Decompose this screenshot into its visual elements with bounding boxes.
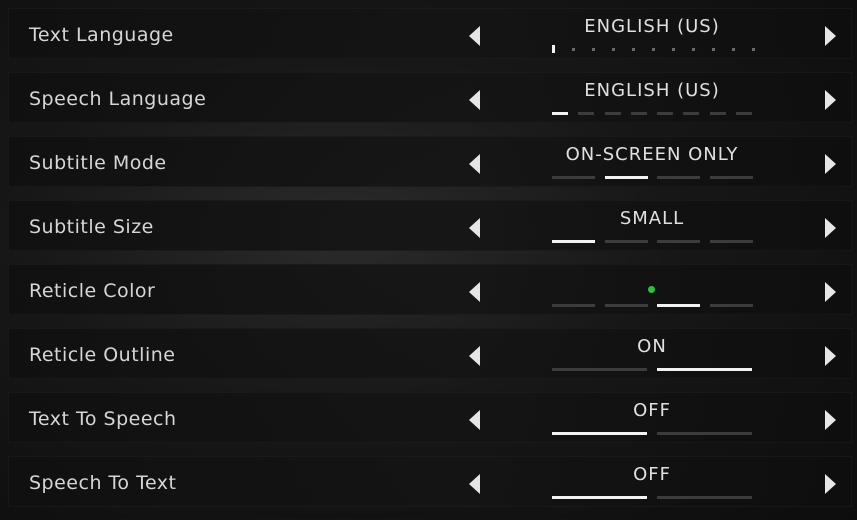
setting-label: Reticle Color <box>29 280 156 302</box>
next-option-icon[interactable] <box>825 282 836 302</box>
option-segment <box>578 112 594 115</box>
option-track <box>552 240 753 244</box>
option-segment-selected <box>657 368 752 371</box>
setting-row-subtitle-mode[interactable]: Subtitle Mode ON-SCREEN ONLY <box>8 136 852 187</box>
option-segment <box>710 176 753 179</box>
option-segment <box>657 240 700 243</box>
setting-value: SMALL <box>619 208 685 229</box>
option-segment <box>710 112 726 115</box>
option-dot <box>592 48 595 51</box>
setting-label: Subtitle Mode <box>29 152 167 174</box>
next-option-icon[interactable] <box>825 346 836 366</box>
option-segment <box>552 368 647 371</box>
option-dot <box>752 48 755 51</box>
setting-row-speech-to-text[interactable]: Speech To Text OFF <box>8 456 852 507</box>
setting-row-text-to-speech[interactable]: Text To Speech OFF <box>8 392 852 443</box>
option-segment <box>736 112 752 115</box>
reticle-color-swatch <box>648 286 655 293</box>
option-segment <box>710 240 753 243</box>
option-track <box>552 112 752 116</box>
setting-row-subtitle-size[interactable]: Subtitle Size SMALL <box>8 200 852 251</box>
option-track <box>552 368 752 372</box>
setting-value: ENGLISH (US) <box>584 16 720 37</box>
setting-label: Reticle Outline <box>29 344 176 366</box>
option-segment <box>605 240 648 243</box>
option-segment <box>552 176 595 179</box>
previous-option-icon[interactable] <box>469 90 480 110</box>
setting-label: Subtitle Size <box>29 216 154 238</box>
setting-value: OFF <box>633 400 671 421</box>
setting-label: Speech To Text <box>29 472 177 494</box>
setting-row-speech-language[interactable]: Speech Language ENGLISH (US) <box>8 72 852 123</box>
option-dot <box>632 48 635 51</box>
next-option-icon[interactable] <box>825 218 836 238</box>
option-segment-selected <box>657 304 700 307</box>
option-segment-selected <box>552 240 595 243</box>
setting-value: OFF <box>633 464 671 485</box>
option-track <box>552 304 753 308</box>
previous-option-icon[interactable] <box>469 410 480 430</box>
previous-option-icon[interactable] <box>469 474 480 494</box>
previous-option-icon[interactable] <box>469 154 480 174</box>
option-segment <box>657 432 752 435</box>
settings-list: Text Language ENGLISH (US) Speech Langua… <box>8 8 852 520</box>
setting-label: Text To Speech <box>29 408 177 430</box>
option-segment <box>605 304 648 307</box>
option-segment <box>657 496 752 499</box>
option-segment <box>710 304 753 307</box>
option-segment <box>605 112 621 115</box>
option-segment-selected <box>552 496 647 499</box>
previous-option-icon[interactable] <box>469 218 480 238</box>
next-option-icon[interactable] <box>825 410 836 430</box>
option-dot <box>572 48 575 51</box>
option-segment <box>657 176 700 179</box>
previous-option-icon[interactable] <box>469 282 480 302</box>
option-dot-selected <box>552 45 555 53</box>
setting-value: ON-SCREEN ONLY <box>565 144 739 165</box>
option-segment <box>631 112 647 115</box>
setting-label: Speech Language <box>29 88 207 110</box>
next-option-icon[interactable] <box>825 90 836 110</box>
setting-row-text-language[interactable]: Text Language ENGLISH (US) <box>8 8 852 59</box>
previous-option-icon[interactable] <box>469 346 480 366</box>
setting-row-reticle-outline[interactable]: Reticle Outline ON <box>8 328 852 379</box>
option-track <box>552 176 753 180</box>
option-segment-selected <box>552 432 647 435</box>
option-dot <box>672 48 675 51</box>
option-dot <box>732 48 735 51</box>
next-option-icon[interactable] <box>825 154 836 174</box>
option-dot <box>712 48 715 51</box>
option-dot <box>612 48 615 51</box>
option-segment <box>683 112 699 115</box>
option-segment <box>552 304 595 307</box>
setting-value: ON <box>637 336 667 357</box>
option-track <box>552 432 752 436</box>
next-option-icon[interactable] <box>825 474 836 494</box>
option-segment-selected <box>605 176 648 179</box>
setting-label: Text Language <box>29 24 174 46</box>
option-track <box>552 45 755 53</box>
option-segment-selected <box>552 112 568 115</box>
option-track <box>552 496 752 500</box>
previous-option-icon[interactable] <box>469 26 480 46</box>
option-segment <box>657 112 673 115</box>
option-dot <box>692 48 695 51</box>
option-dot <box>652 48 655 51</box>
setting-row-reticle-color[interactable]: Reticle Color <box>8 264 852 315</box>
next-option-icon[interactable] <box>825 26 836 46</box>
setting-value: ENGLISH (US) <box>584 80 720 101</box>
